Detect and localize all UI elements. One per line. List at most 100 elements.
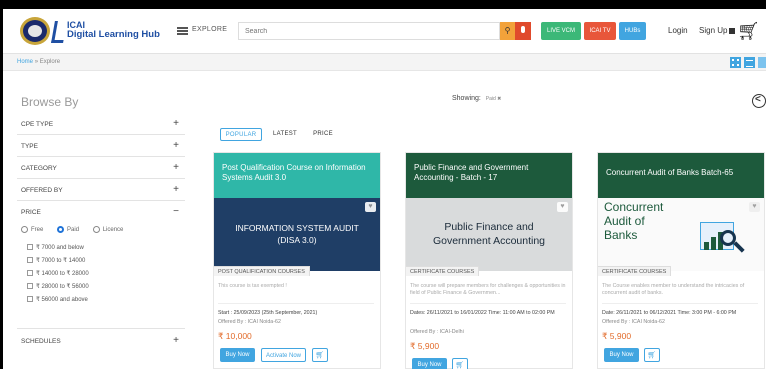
buy-now-button[interactable]: Buy Now <box>604 348 639 362</box>
course-title[interactable]: Public Finance and Government Accounting… <box>406 153 572 198</box>
course-description: This course is tax exempted ! <box>218 283 287 289</box>
collapse-icon[interactable]: − <box>173 206 179 217</box>
radio-label-paid: Paid <box>67 226 80 233</box>
checkbox[interactable] <box>27 244 33 251</box>
signup-icon <box>729 27 736 34</box>
tab-popular[interactable]: POPULAR <box>220 128 262 141</box>
price-range-option[interactable]: ₹ 56000 and above <box>27 296 88 303</box>
course-title[interactable]: Post Qualification Course on Information… <box>214 153 380 198</box>
live-vcm-button[interactable]: LIVE VCM <box>541 22 581 40</box>
audit-illustration <box>690 216 750 262</box>
breadcrumb-home[interactable]: Home <box>17 59 33 65</box>
expand-icon[interactable]: + <box>173 140 179 151</box>
filter-label: OFFERED BY <box>21 187 63 194</box>
radio-paid[interactable] <box>57 226 65 233</box>
add-to-cart-icon[interactable]: 🛒︎ <box>644 348 660 362</box>
grid-view-icon[interactable] <box>730 57 741 68</box>
filter-type[interactable]: TYPE + <box>21 140 181 160</box>
icai-tv-button[interactable]: ICAI TV <box>584 22 616 40</box>
course-category: POST QUALIFICATION COURSES <box>214 266 310 276</box>
buy-now-button[interactable]: Buy Now <box>220 348 255 362</box>
course-category: CERTIFICATE COURSES <box>598 266 672 276</box>
expand-icon[interactable]: + <box>173 335 179 346</box>
radio-licence[interactable] <box>92 226 100 233</box>
microphone-icon[interactable] <box>515 22 531 40</box>
calendar-view-icon[interactable] <box>758 57 766 68</box>
icai-logo-icon[interactable] <box>20 17 50 45</box>
checkbox[interactable] <box>27 283 33 290</box>
course-card[interactable]: Public Finance and Government Accounting… <box>405 152 573 369</box>
magnifier-handle <box>733 241 745 253</box>
showing-label: Showing: <box>452 95 481 102</box>
offered-by: Offered By : ICAI-Delhi <box>410 329 464 335</box>
checkbox[interactable] <box>27 270 33 277</box>
course-image[interactable]: INFORMATION SYSTEM AUDIT (DISA 3.0) ♥ <box>214 198 380 271</box>
course-card[interactable]: Concurrent Audit of Banks Batch-65 Concu… <box>597 152 765 369</box>
add-to-cart-icon[interactable]: 🛒︎ <box>452 358 468 369</box>
checkbox[interactable] <box>27 257 33 264</box>
filter-label: PRICE <box>21 209 41 216</box>
divider <box>17 134 185 135</box>
course-image[interactable]: Public Finance and Government Accounting… <box>406 198 572 271</box>
tab-latest[interactable]: LATEST <box>269 128 301 141</box>
brand-name[interactable]: ICAI Digital Learning Hub <box>67 20 160 40</box>
radio-free[interactable] <box>21 226 28 233</box>
price-range-option[interactable]: ₹ 28000 to ₹ 56000 <box>27 283 89 290</box>
course-dates: Dates: 26/11/2021 to 16/01/2022 Time: 11… <box>410 310 555 316</box>
divider <box>17 200 185 201</box>
radio-label-free: Free <box>31 226 44 233</box>
breadcrumb-bar: Home » Explore <box>3 54 766 71</box>
heart-icon[interactable]: ♥ <box>557 202 568 212</box>
login-link[interactable]: Login <box>668 26 688 35</box>
buy-now-button[interactable]: Buy Now <box>412 358 447 369</box>
search-icon[interactable]: ⚲ <box>500 22 515 40</box>
list-view-icon[interactable] <box>744 57 755 68</box>
signup-link[interactable]: Sign Up <box>699 26 736 35</box>
divider <box>410 303 566 304</box>
filter-price[interactable]: PRICE − <box>21 206 181 226</box>
expand-icon[interactable]: + <box>173 118 179 129</box>
divider <box>218 303 374 304</box>
course-description: The course will prepare members for chal… <box>410 283 566 296</box>
price-range-label: ₹ 56000 and above <box>36 297 88 303</box>
course-price: ₹ 5,900 <box>410 341 440 351</box>
expand-icon[interactable]: + <box>173 184 179 195</box>
search-input[interactable] <box>238 22 500 40</box>
screen-border <box>0 0 766 9</box>
filter-category[interactable]: CATEGORY + <box>21 162 181 182</box>
explore-menu[interactable]: EXPLORE <box>192 26 227 33</box>
add-to-cart-icon[interactable]: 🛒︎ <box>312 348 328 362</box>
checkbox[interactable] <box>27 296 33 303</box>
tab-price[interactable]: PRICE <box>308 128 338 141</box>
course-card[interactable]: Post Qualification Course on Information… <box>213 152 381 369</box>
filter-offered-by[interactable]: OFFERED BY + <box>21 184 181 204</box>
activate-now-button[interactable]: Activate Now <box>261 348 306 362</box>
price-range-option[interactable]: ₹ 14000 to ₹ 28000 <box>27 270 89 277</box>
divider <box>602 303 758 304</box>
heart-icon[interactable]: ♥ <box>365 202 376 212</box>
price-range-label: ₹ 28000 to ₹ 56000 <box>36 284 89 290</box>
breadcrumb-separator: » <box>34 59 39 65</box>
filter-label: CATEGORY <box>21 165 57 172</box>
course-image[interactable]: Concurrent Audit of Banks ♥ <box>598 198 764 271</box>
showing-filters: Showing: Paid ✖ <box>452 95 501 102</box>
cart-icon[interactable]: 🛒︎ <box>737 22 760 40</box>
course-category: CERTIFICATE COURSES <box>406 266 480 276</box>
filter-schedules[interactable]: SCHEDULES + <box>21 335 181 355</box>
share-icon[interactable] <box>752 94 766 108</box>
expand-icon[interactable]: + <box>173 162 179 173</box>
course-title[interactable]: Concurrent Audit of Banks Batch-65 <box>598 153 764 198</box>
breadcrumb: Home » Explore <box>17 59 60 65</box>
browse-by-title: Browse By <box>21 95 79 109</box>
hubs-button[interactable]: HUBs <box>619 22 646 40</box>
price-range-option[interactable]: ₹ 7000 to ₹ 14000 <box>27 257 85 264</box>
heart-icon[interactable]: ♥ <box>749 202 760 212</box>
active-filter-tag[interactable]: Paid ✖ <box>486 96 502 102</box>
signup-label: Sign Up <box>699 26 728 35</box>
course-dates: Start : 25/09/2023 (25th September, 2021… <box>218 310 318 316</box>
course-image-text: INFORMATION SYSTEM AUDIT (DISA 3.0) <box>235 223 359 245</box>
divider <box>17 328 185 329</box>
hamburger-icon[interactable] <box>177 27 188 35</box>
filter-cpe-type[interactable]: CPE TYPE + <box>21 118 181 138</box>
price-range-option[interactable]: ₹ 7000 and below <box>27 244 84 251</box>
